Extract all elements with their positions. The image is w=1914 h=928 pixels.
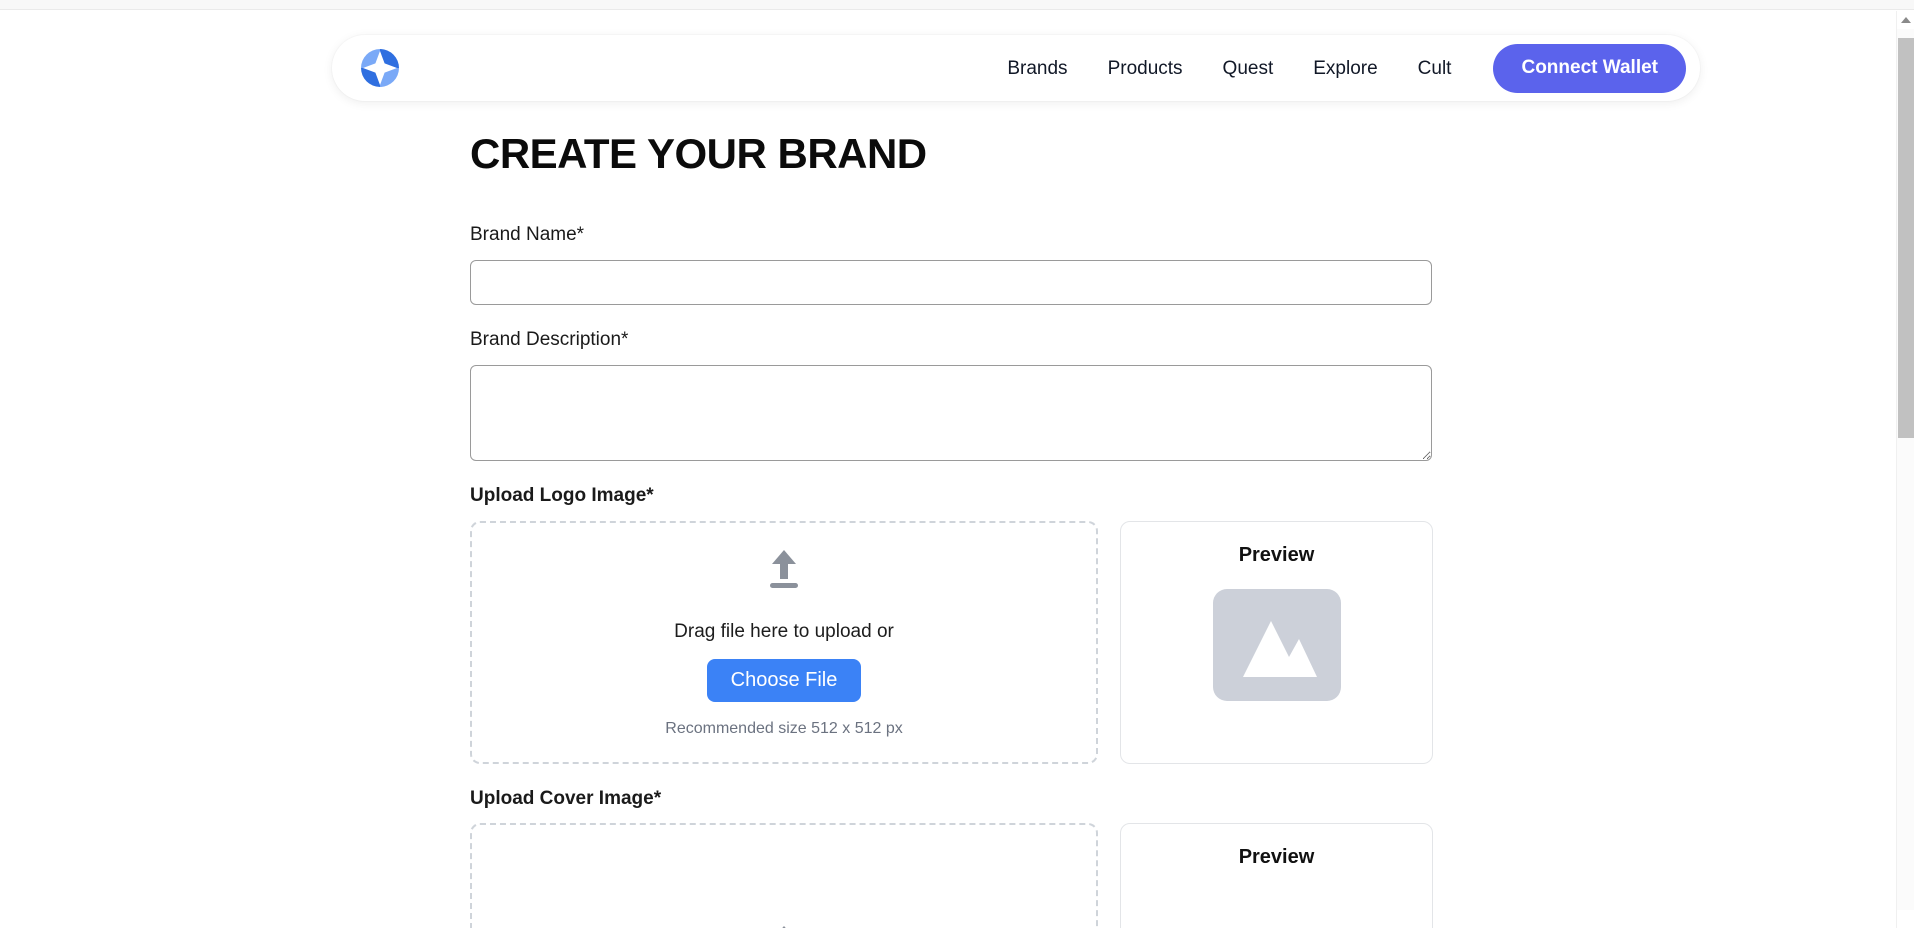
cover-preview-card: Preview <box>1120 823 1433 928</box>
page-title: CREATE YOUR BRAND <box>470 130 927 177</box>
create-brand-form: CREATE YOUR BRAND Brand Name* Brand Desc… <box>470 130 1470 928</box>
upload-cover-label: Upload Cover Image* <box>470 787 662 809</box>
brand-name-input[interactable] <box>470 259 1432 305</box>
cover-upload-row: Preview <box>470 823 1470 928</box>
nav-link-products[interactable]: Products <box>1088 59 1203 78</box>
browser-top-strip <box>0 0 1914 10</box>
image-placeholder-icon <box>1242 620 1317 677</box>
field-cover-upload: Upload Cover Image* Preview <box>470 788 1470 928</box>
connect-wallet-button[interactable]: Connect Wallet <box>1493 43 1686 93</box>
brand-name-label: Brand Name* <box>470 224 585 246</box>
upload-logo-label: Upload Logo Image* <box>470 484 654 506</box>
logo-preview-card: Preview <box>1120 520 1433 764</box>
cover-preview-title: Preview <box>1238 846 1315 869</box>
page-viewport: Brands Products Quest Explore Cult Conne… <box>0 11 1896 928</box>
upload-arrow-icon <box>782 925 786 928</box>
brand-description-label: Brand Description* <box>470 328 629 350</box>
main-nav: Brands Products Quest Explore Cult Conne… <box>987 43 1686 93</box>
logo-upload-row: Drag file here to upload or Choose File … <box>470 520 1470 764</box>
scroll-up-arrow-icon <box>1901 17 1911 23</box>
scroll-up-button[interactable] <box>1897 11 1914 29</box>
logo-preview-placeholder <box>1212 588 1341 701</box>
logo-choose-file-button[interactable]: Choose File <box>706 658 862 702</box>
nav-link-explore[interactable]: Explore <box>1293 59 1397 78</box>
nav-link-cult[interactable]: Cult <box>1398 59 1472 78</box>
logo-dropzone[interactable]: Drag file here to upload or Choose File … <box>470 520 1098 764</box>
four-quadrant-circle-logo-icon[interactable] <box>360 48 400 88</box>
scrollbar-track[interactable] <box>1897 29 1914 910</box>
site-header: Brands Products Quest Explore Cult Conne… <box>332 35 1700 101</box>
brand-description-textarea[interactable] <box>470 364 1432 461</box>
logo-size-hint: Recommended size 512 x 512 px <box>665 719 903 737</box>
cover-dropzone[interactable] <box>470 823 1098 928</box>
nav-link-quest[interactable]: Quest <box>1203 59 1294 78</box>
logo-drag-text: Drag file here to upload or <box>674 620 894 642</box>
logo-preview-title: Preview <box>1238 543 1315 566</box>
nav-link-brands[interactable]: Brands <box>987 59 1087 78</box>
field-logo-upload: Upload Logo Image* Drag file here to upl… <box>470 485 1470 764</box>
field-brand-name: Brand Name* <box>470 224 1470 305</box>
field-brand-description: Brand Description* <box>470 329 1470 461</box>
upload-arrow-icon <box>770 549 798 588</box>
scrollbar-thumb[interactable] <box>1898 38 1914 438</box>
page-scrollbar[interactable] <box>1896 11 1914 928</box>
